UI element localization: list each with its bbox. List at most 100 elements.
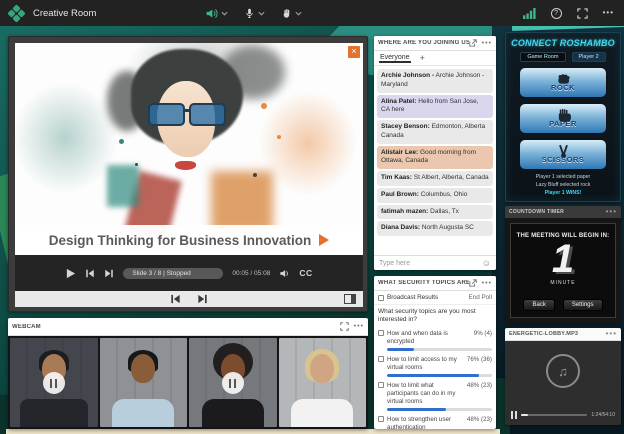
more-menu-icon[interactable]: ••• xyxy=(603,9,614,17)
audio-title: ENERGETIC-LOBBY.MP3 xyxy=(509,331,578,337)
poll-option-result: 9% (4) xyxy=(474,330,492,337)
back-button[interactable]: Back xyxy=(523,299,554,311)
slide-progress-pill[interactable]: Slide 3 / 8 | Stopped xyxy=(123,268,223,279)
chat-author: Alistair Lee: xyxy=(381,149,418,156)
game-tab-player[interactable]: Player 2 xyxy=(572,52,606,62)
chat-message: Paul Brown: Columbus, Ohio xyxy=(377,188,493,203)
presentation-controls: Slide 3 / 8 | Stopped 00:05 / 05:08 CC xyxy=(15,255,363,291)
pod-menu-icon[interactable]: ••• xyxy=(354,323,364,330)
participant-head xyxy=(131,354,155,383)
game-tab-room[interactable]: Game Room xyxy=(520,52,565,62)
topbar-right-controls: ? ••• xyxy=(523,8,614,19)
poll-option-checkbox[interactable] xyxy=(378,356,384,362)
poll-option: How to strengthen user authentication 48… xyxy=(378,413,492,429)
play-button[interactable] xyxy=(65,268,76,279)
paper-label: PAPER xyxy=(549,119,577,128)
connection-signal-icon[interactable] xyxy=(523,8,536,19)
play-arrow-icon[interactable] xyxy=(319,234,329,246)
chat-input-placeholder: Type here xyxy=(379,260,410,267)
speaker-control[interactable] xyxy=(205,7,228,20)
paper-button[interactable]: PAPER xyxy=(519,103,607,134)
hand-icon xyxy=(281,8,292,19)
prev-slide-button[interactable] xyxy=(85,269,95,278)
top-bar: Creative Room ? ••• xyxy=(0,0,624,26)
webcam-feed xyxy=(100,338,188,427)
nav-prev-button[interactable] xyxy=(170,294,181,304)
room-title: Creative Room xyxy=(33,8,96,19)
poll-option-label: How to strengthen user authentication xyxy=(387,416,464,429)
poll-option: How and when data is encrypted 9% (4) xyxy=(378,327,492,353)
app-logo-icon xyxy=(7,4,25,22)
chat-text: St Albert, Alberta, Canada xyxy=(414,174,489,181)
poll-option-checkbox[interactable] xyxy=(378,416,384,422)
help-icon[interactable]: ? xyxy=(551,8,562,19)
share-pod: × Design Thinking for Business Innovatio… xyxy=(8,36,368,312)
countdown-header: COUNTDOWN TIMER ••• xyxy=(505,206,621,218)
chat-message: Alina Patel: Hello from San Jose, CA her… xyxy=(377,95,493,119)
poll-option-checkbox[interactable] xyxy=(378,330,384,336)
rock-button[interactable]: ROCK xyxy=(519,67,607,98)
closed-captions-button[interactable]: CC xyxy=(299,268,312,278)
participant-torso xyxy=(20,399,88,427)
pause-badge[interactable] xyxy=(222,372,244,394)
nav-next-button[interactable] xyxy=(197,294,208,304)
speaker-icon xyxy=(205,7,218,20)
broadcast-results-label: Broadcast Results xyxy=(387,294,438,301)
meeting-room: Creative Room ? ••• xyxy=(0,0,624,434)
mic-control[interactable] xyxy=(244,8,265,19)
background-strip xyxy=(6,429,500,434)
next-slide-button[interactable] xyxy=(104,269,114,278)
add-tab-button[interactable]: + xyxy=(420,54,425,63)
game-result-line: Player 1 selected paper xyxy=(506,174,620,182)
pod-menu-icon[interactable]: ••• xyxy=(606,330,617,338)
poll-option-checkbox[interactable] xyxy=(378,382,384,388)
chat-message: fatimah mazen: Dallas, Tx xyxy=(377,205,493,220)
chevron-down-icon[interactable] xyxy=(295,11,302,16)
slide-nav-bar xyxy=(15,291,363,307)
sidebar-toggle-icon[interactable] xyxy=(344,294,356,304)
chevron-down-icon[interactable] xyxy=(221,11,228,16)
pod-menu-icon[interactable]: ••• xyxy=(482,40,492,47)
scissors-button[interactable]: SCISSORS xyxy=(519,139,607,170)
chat-pod: WHERE ARE YOU JOINING US... ••• Everyone… xyxy=(374,36,496,270)
countdown-panel: THE MEETING WILL BEGIN IN: 1 MINUTE Back… xyxy=(510,223,616,318)
poll-option-label: How to limit access to my virtual rooms xyxy=(387,356,464,372)
pause-button[interactable] xyxy=(511,411,517,419)
expand-icon[interactable] xyxy=(340,322,349,331)
emoji-icon[interactable]: ☺ xyxy=(482,259,491,268)
chat-message: Archie Johnson - Archie Johnson - Maryla… xyxy=(377,69,493,93)
chat-input[interactable]: Type here ☺ xyxy=(374,255,496,270)
close-icon[interactable]: × xyxy=(348,46,360,58)
countdown-title: COUNTDOWN TIMER xyxy=(509,209,564,215)
audio-progress-track[interactable] xyxy=(521,414,587,416)
end-poll-button[interactable]: End Poll xyxy=(469,294,492,301)
chevron-down-icon[interactable] xyxy=(258,11,265,16)
pod-menu-icon[interactable]: ••• xyxy=(606,208,617,216)
tab-everyone[interactable]: Everyone xyxy=(379,53,411,63)
chat-message: Alistair Lee: Good morning from Ottawa, … xyxy=(377,146,493,170)
participant-torso xyxy=(112,399,174,427)
pause-badge[interactable] xyxy=(43,372,65,394)
poll-option-label: How to limit what participants can do in… xyxy=(387,382,464,406)
broadcast-results-checkbox[interactable] xyxy=(378,295,384,301)
poll-option-label: How and when data is encrypted xyxy=(387,330,471,346)
chat-author: Diana Davis: xyxy=(381,224,420,231)
poll-option-bar xyxy=(387,408,492,411)
volume-icon[interactable] xyxy=(279,268,290,279)
pod-menu-icon[interactable]: ••• xyxy=(482,280,492,287)
poll-option-result: 48% (23) xyxy=(467,416,492,423)
popout-icon[interactable] xyxy=(469,279,477,287)
chat-message-list: Archie Johnson - Archie Johnson - Maryla… xyxy=(377,69,493,254)
popout-icon[interactable] xyxy=(469,39,477,47)
participant-torso xyxy=(291,399,353,427)
raise-hand-control[interactable] xyxy=(281,8,302,19)
audio-controls: 1:24/54:10 xyxy=(511,411,615,419)
audio-progress-fill xyxy=(521,414,528,416)
settings-button[interactable]: Settings xyxy=(563,299,603,311)
chat-author: Stacey Benson: xyxy=(381,123,430,130)
chat-text: North Augusta SC xyxy=(422,224,474,231)
poll-header: WHAT SECURITY TOPICS ARE YOU... ••• xyxy=(374,276,496,291)
poll-option: How to limit what participants can do in… xyxy=(378,379,492,413)
chat-header: WHERE ARE YOU JOINING US... ••• xyxy=(374,36,496,51)
fullscreen-icon[interactable] xyxy=(577,8,588,19)
